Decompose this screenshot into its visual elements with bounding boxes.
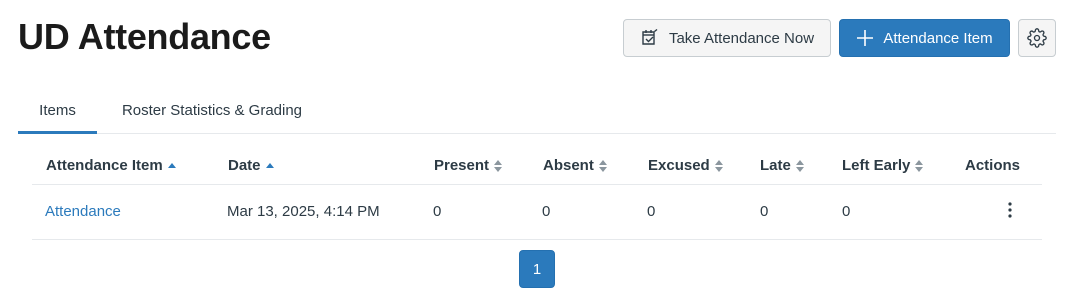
row-actions-menu[interactable] bbox=[1002, 201, 1018, 223]
sort-icon bbox=[494, 159, 503, 172]
row-absent-count: 0 bbox=[542, 203, 551, 220]
column-header-excused[interactable]: Excused bbox=[648, 157, 723, 174]
page-title: UD Attendance bbox=[18, 16, 271, 57]
row-date: Mar 13, 2025, 4:14 PM bbox=[227, 203, 380, 220]
tab-bar: Items Roster Statistics & Grading bbox=[18, 96, 1056, 134]
add-attendance-item-button[interactable]: Attendance Item bbox=[839, 19, 1010, 57]
table-row: Attendance Mar 13, 2025, 4:14 PM 0 0 0 0… bbox=[32, 185, 1042, 240]
tab-items[interactable]: Items bbox=[18, 96, 97, 134]
sort-ascending-icon bbox=[167, 162, 176, 169]
add-attendance-item-label: Attendance Item bbox=[883, 29, 993, 47]
row-left-early-count: 0 bbox=[842, 203, 851, 220]
attendance-item-link[interactable]: Attendance bbox=[45, 203, 121, 220]
attendance-table: Attendance Item Date Present Absent Excu… bbox=[32, 146, 1042, 240]
sort-ascending-icon bbox=[265, 162, 274, 169]
row-late-count: 0 bbox=[760, 203, 769, 220]
column-header-late[interactable]: Late bbox=[760, 157, 804, 174]
pagination-page-1[interactable]: 1 bbox=[519, 250, 555, 288]
row-excused-count: 0 bbox=[647, 203, 656, 220]
take-attendance-button[interactable]: Take Attendance Now bbox=[623, 19, 831, 57]
gear-icon bbox=[1027, 28, 1047, 48]
take-attendance-label: Take Attendance Now bbox=[668, 29, 815, 47]
column-header-actions: Actions bbox=[965, 157, 1021, 174]
kebab-icon bbox=[1008, 201, 1012, 223]
plus-icon bbox=[856, 29, 874, 47]
sort-icon bbox=[598, 159, 607, 172]
column-header-left-early[interactable]: Left Early bbox=[842, 157, 924, 174]
sort-icon bbox=[795, 159, 804, 172]
column-header-present[interactable]: Present bbox=[434, 157, 503, 174]
sort-icon bbox=[915, 159, 924, 172]
column-header-attendance-item[interactable]: Attendance Item bbox=[46, 157, 176, 174]
sort-icon bbox=[714, 159, 723, 172]
column-header-date[interactable]: Date bbox=[228, 157, 274, 174]
calendar-check-icon bbox=[640, 29, 660, 47]
settings-button[interactable] bbox=[1018, 19, 1056, 57]
tab-roster-statistics[interactable]: Roster Statistics & Grading bbox=[117, 96, 307, 134]
table-header: Attendance Item Date Present Absent Excu… bbox=[32, 146, 1042, 185]
row-present-count: 0 bbox=[433, 203, 442, 220]
column-header-absent[interactable]: Absent bbox=[543, 157, 607, 174]
